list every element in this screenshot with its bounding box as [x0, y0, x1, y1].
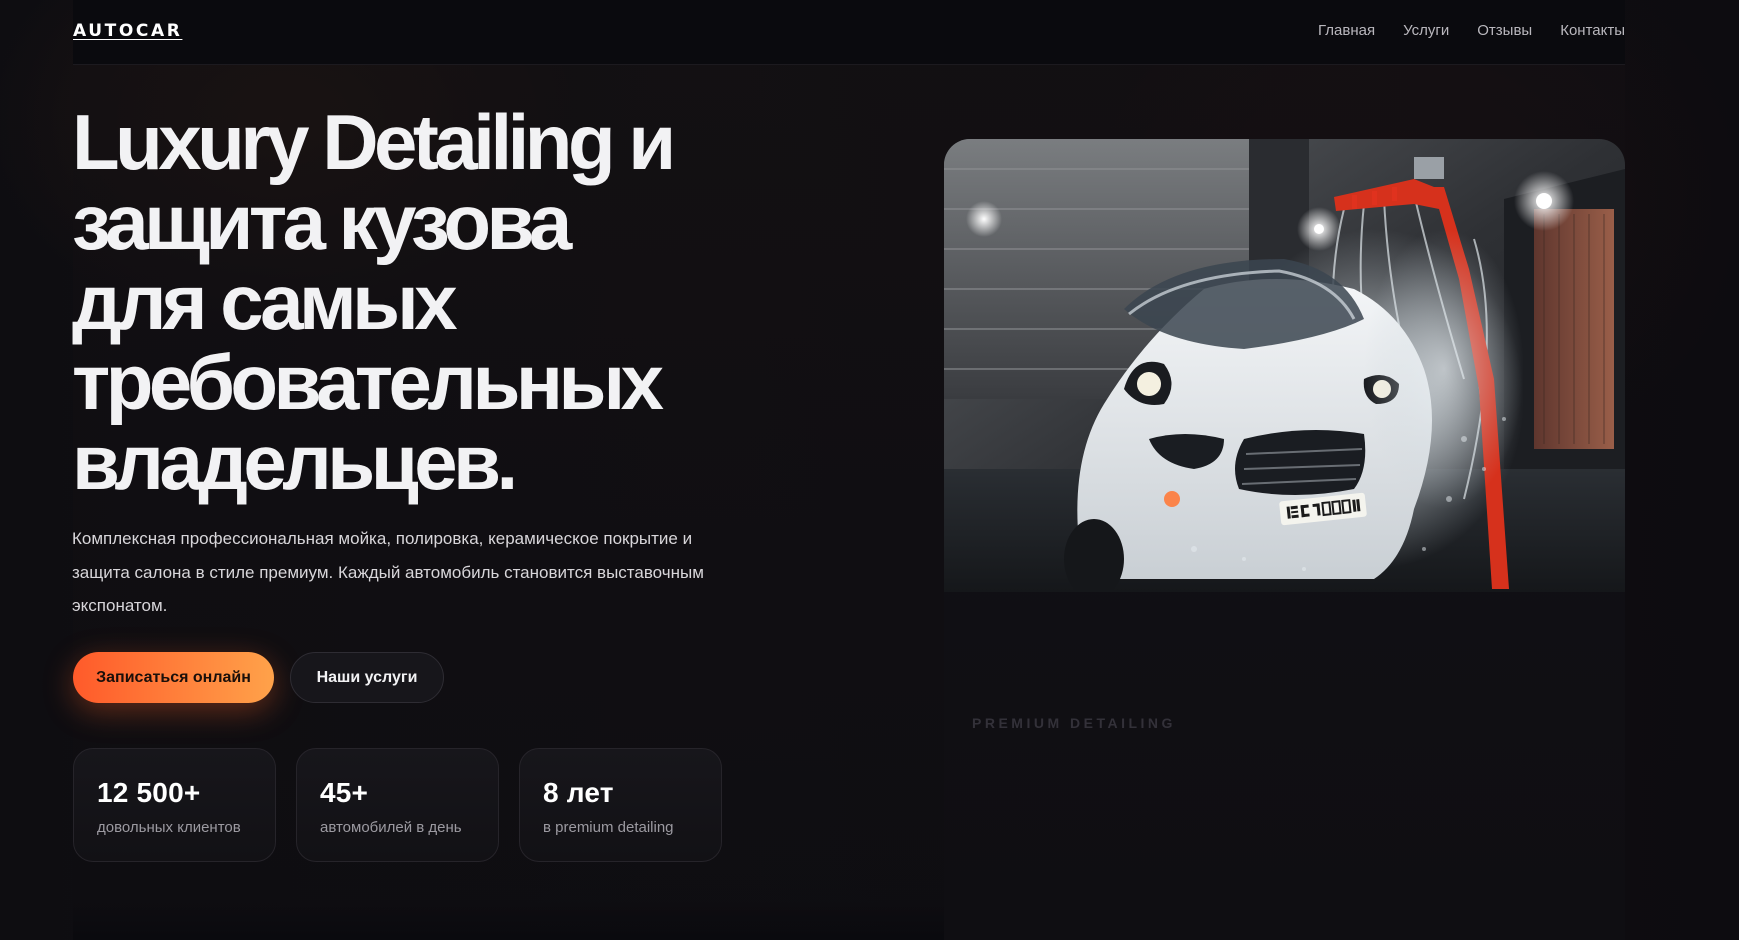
book-online-button[interactable]: Записаться онлайн — [73, 652, 274, 703]
hero-media-card: PREMIUM DETAILING — [944, 139, 1625, 940]
hero-title-line: защита кузова — [72, 178, 572, 266]
nav-link-services[interactable]: Услуги — [1403, 22, 1449, 39]
stat-label: автомобилей в день — [320, 819, 462, 836]
stat-value: 8 лет — [543, 777, 614, 808]
site-logo[interactable]: AUTOCAR — [73, 21, 182, 41]
stat-label: в premium detailing — [543, 819, 674, 836]
main-nav: Главная Услуги Отзывы Контакты — [1318, 22, 1625, 39]
our-services-button[interactable]: Наши услуги — [290, 652, 444, 703]
nav-link-reviews[interactable]: Отзывы — [1477, 22, 1532, 39]
stat-value: 12 500+ — [97, 777, 201, 808]
stat-card-clients: 12 500+ довольных клиентов — [73, 748, 276, 862]
stat-value: 45+ — [320, 777, 369, 808]
nav-link-home[interactable]: Главная — [1318, 22, 1375, 39]
bottom-fade — [73, 900, 944, 940]
hero-title-line: владельцев. — [72, 418, 518, 506]
stat-card-years: 8 лет в premium detailing — [519, 748, 722, 862]
hero-description: Комплексная профессиональная мойка, поли… — [72, 529, 704, 615]
nav-link-contacts[interactable]: Контакты — [1560, 22, 1625, 39]
car-wash-photo — [944, 139, 1625, 592]
media-caption: PREMIUM DETAILING — [972, 715, 1176, 731]
stat-card-cars-per-day: 45+ автомобилей в день — [296, 748, 499, 862]
hero-title-line: для самых — [72, 258, 458, 346]
hero-title-line: требовательных — [72, 338, 664, 426]
stat-label: довольных клиентов — [97, 819, 241, 836]
hero-title-line: Luxury Detailing и — [72, 98, 676, 186]
hero-title: Luxury Detailing и защита кузова для сам… — [72, 102, 772, 502]
